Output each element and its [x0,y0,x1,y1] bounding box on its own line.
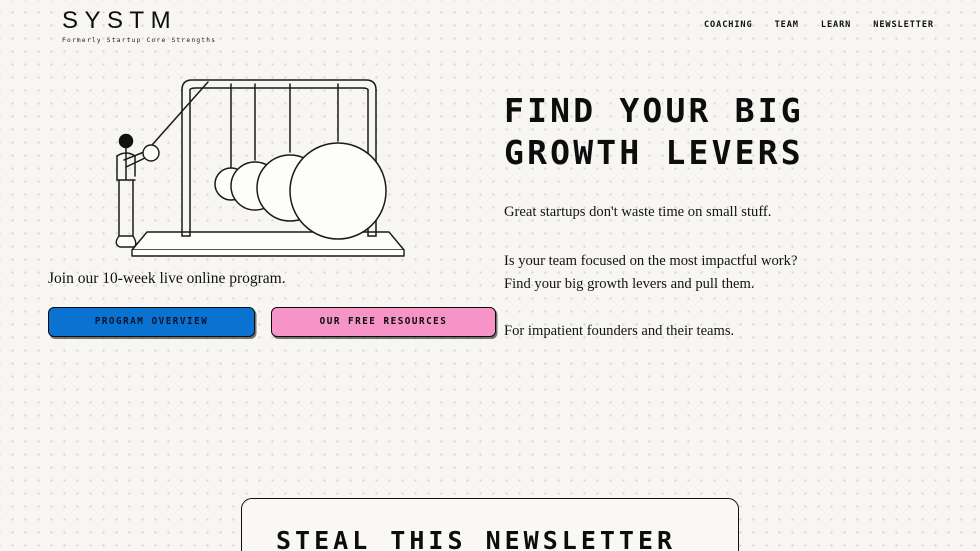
program-overview-button[interactable]: PROGRAM OVERVIEW [48,306,255,337]
hero-paragraph-2-line-1: Is your team focused on the most impactf… [504,253,798,270]
hero-paragraph-1: Great startups don't waste time on small… [504,204,772,221]
free-resources-button[interactable]: OUR FREE RESOURCES [271,306,496,337]
cta-button-row: PROGRAM OVERVIEW OUR FREE RESOURCES [48,306,498,337]
nav-item-newsletter[interactable]: NEWSLETTER [873,20,934,30]
newtons-cradle-illustration [104,68,424,268]
nav-item-coaching[interactable]: COACHING [704,20,753,30]
hero-right-column: FIND YOUR BIG GROWTH LEVERS Great startu… [504,90,934,343]
site-header: SYSTM Formerly Startup Core Strengths CO… [0,0,980,50]
hero-left-column: Join our 10-week live online program. PR… [48,268,498,337]
main-navigation: COACHING TEAM LEARN NEWSLETTER [704,20,934,30]
nav-item-learn[interactable]: LEARN [821,20,851,30]
newsletter-title: STEAL THIS NEWSLETTER [276,526,677,551]
newtons-cradle-svg [115,79,405,257]
hero-paragraph-3: For impatient founders and their teams. [504,323,735,340]
program-join-line: Join our 10-week live online program. [48,270,286,287]
newsletter-card[interactable]: STEAL THIS NEWSLETTER [241,498,739,551]
hero-headline-line-2: GROWTH LEVERS [504,133,804,173]
nav-item-team[interactable]: TEAM [775,20,799,30]
hero-paragraph-2-line-2: Find your big growth levers and pull the… [504,275,755,292]
brand-name: SYSTM [62,7,178,34]
brand-tagline: Formerly Startup Core Strengths [62,37,217,45]
brand-logo[interactable]: SYSTM Formerly Startup Core Strengths [62,8,216,44]
hero-headline-line-1: FIND YOUR BIG [504,91,804,130]
